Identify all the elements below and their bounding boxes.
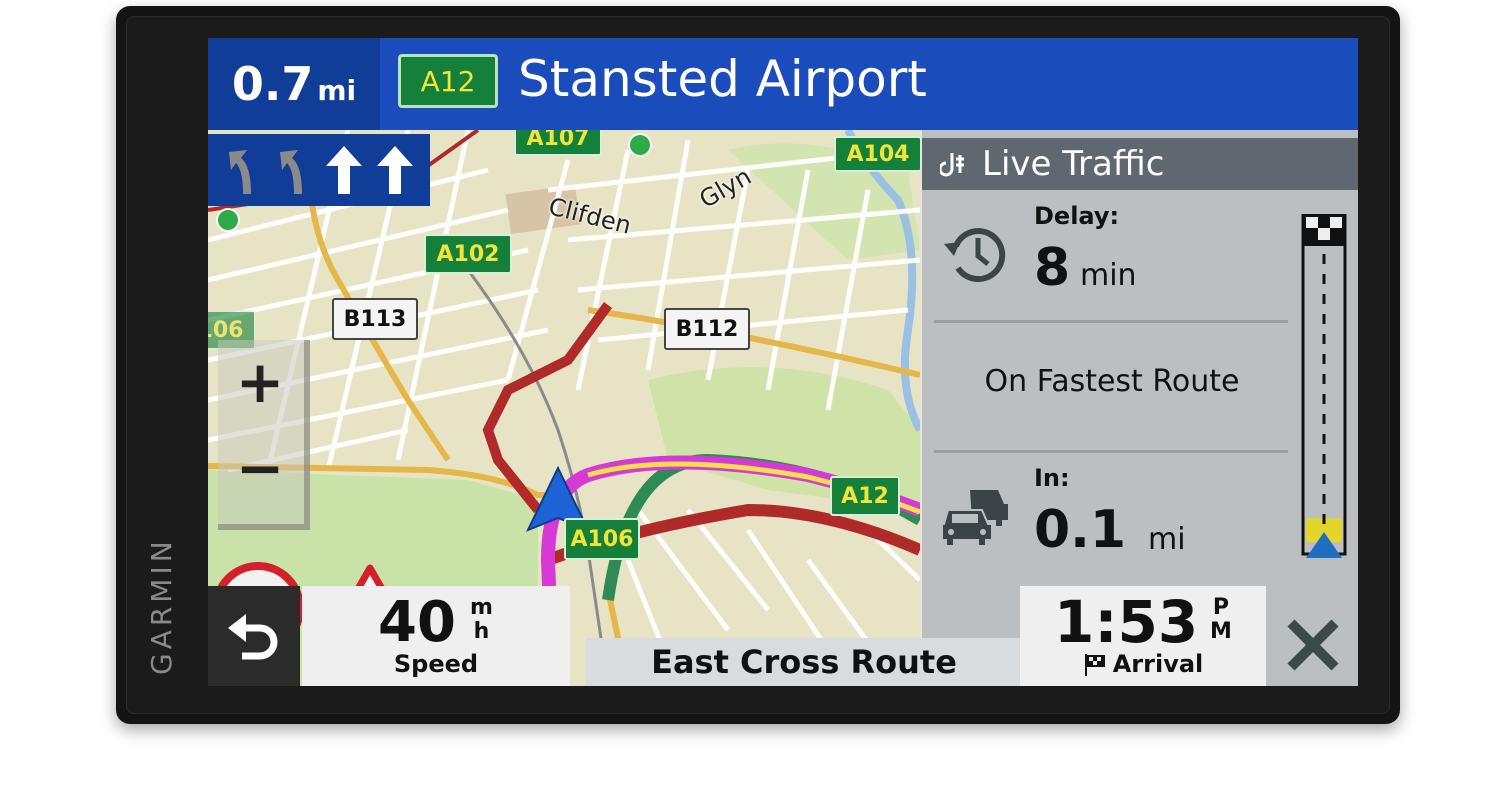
- bottom-info-bar: 40 m h Speed East Cross Route 1:53 P M A…: [208, 586, 1358, 686]
- road-shield-a12: A12: [398, 54, 498, 108]
- distance-value: 0.7: [231, 57, 314, 111]
- brand-logo: GARMIN: [145, 537, 178, 675]
- traffic-signal-icon: [940, 153, 964, 177]
- route-status: On Fastest Route: [984, 364, 1240, 399]
- gps-screen: A107 A104 A102 A106 A12 A106 B113 B112 C…: [208, 38, 1358, 686]
- next-turn-banner[interactable]: 0.7 mi A12 Stansted Airport: [208, 38, 1358, 130]
- live-traffic-header[interactable]: Live Traffic: [922, 138, 1358, 190]
- close-icon: [1287, 619, 1339, 671]
- arrival-time: 1:53: [1054, 588, 1199, 656]
- road-label-a106: A106: [564, 518, 640, 560]
- delay-label: Delay:: [1034, 202, 1120, 230]
- poi-marker: [628, 133, 652, 157]
- speed-value: 40: [378, 590, 456, 655]
- in-label: In:: [1034, 464, 1070, 492]
- road-label-a12: A12: [830, 476, 900, 516]
- distance-to-turn: 0.7 mi: [208, 38, 380, 130]
- poi-marker: [216, 208, 240, 232]
- speed-caption: Speed: [393, 650, 479, 678]
- arrival-caption-row: Arrival: [1020, 650, 1266, 678]
- back-arrow-icon: [228, 614, 278, 660]
- speed-unit-top: m: [470, 595, 493, 620]
- finish-flag-icon: [1303, 214, 1345, 246]
- lane-guidance: [208, 134, 430, 206]
- speed-display[interactable]: 40 m h Speed: [302, 586, 570, 686]
- delay-history-icon: [944, 228, 1006, 283]
- lane-slight-left-icon: [229, 150, 252, 194]
- turn-destination: Stansted Airport: [518, 50, 927, 108]
- in-distance-unit: mi: [1148, 522, 1186, 557]
- close-traffic-button[interactable]: [1268, 604, 1358, 686]
- road-label-a102: A102: [424, 234, 512, 274]
- lane-straight-icon: [376, 146, 413, 194]
- zoom-controls: + −: [218, 340, 310, 530]
- arrival-time-display[interactable]: 1:53 P M Arrival: [1020, 586, 1266, 686]
- zoom-out-button[interactable]: −: [232, 439, 288, 497]
- road-label-b112: B112: [664, 308, 750, 350]
- traffic-cars-icon: [942, 490, 1008, 547]
- back-button[interactable]: [208, 586, 300, 686]
- delay-value: 8: [1034, 238, 1071, 298]
- lane-straight-icon: [326, 146, 363, 194]
- divider: [934, 320, 1288, 323]
- zoom-in-button[interactable]: +: [232, 353, 288, 411]
- arrival-caption: Arrival: [1112, 650, 1204, 678]
- live-traffic-title: Live Traffic: [982, 144, 1165, 184]
- checkered-flag-icon: [1084, 654, 1105, 676]
- arrival-ampm-top: P: [1212, 595, 1230, 620]
- route-traffic-progress-bar: [1301, 214, 1347, 558]
- lane-slight-left-icon: [279, 150, 302, 194]
- delay-unit: min: [1080, 258, 1137, 293]
- in-distance-value: 0.1: [1034, 500, 1127, 560]
- road-label-a104: A104: [834, 136, 922, 172]
- current-street: East Cross Route: [586, 638, 1022, 686]
- distance-unit: mi: [317, 73, 357, 107]
- speed-unit-bottom: h: [473, 619, 490, 644]
- divider: [934, 450, 1288, 453]
- arrival-ampm-bottom: M: [1210, 619, 1232, 644]
- arrival-ampm: P M: [1210, 596, 1232, 644]
- speed-unit: m h: [470, 596, 493, 644]
- road-label-b113: B113: [332, 298, 418, 340]
